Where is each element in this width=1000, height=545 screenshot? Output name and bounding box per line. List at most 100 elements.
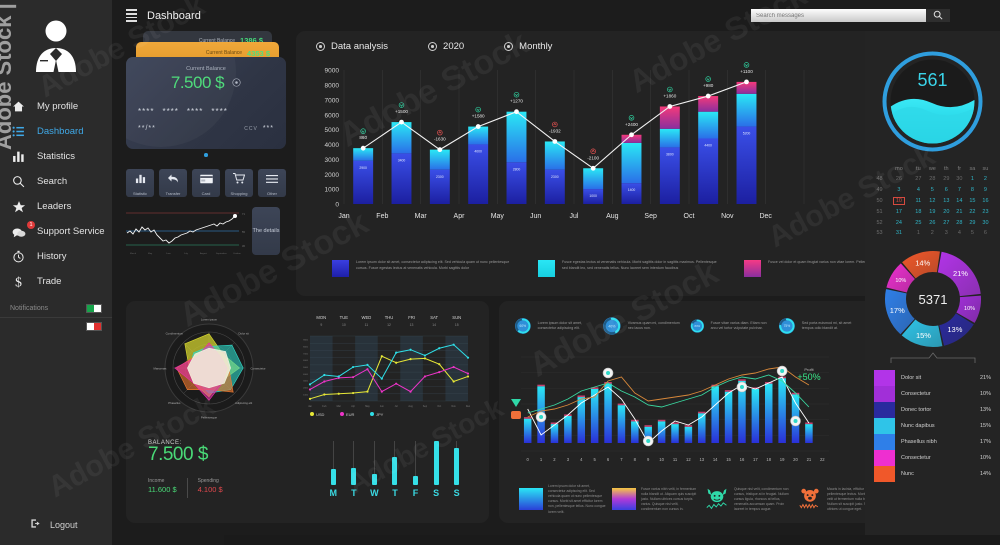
donut-legend-row[interactable]: Nunc dapibus 15%: [874, 418, 991, 435]
weekly-bar[interactable]: S: [447, 441, 467, 498]
svg-text:14%: 14%: [915, 259, 930, 268]
sidebar-item-leaders[interactable]: Leaders: [10, 194, 112, 219]
calendar-day[interactable]: 3: [886, 184, 912, 194]
quick-action-transfer[interactable]: Transfer: [159, 169, 187, 197]
kpi-ring-item[interactable]: 75% Sed porta euismod mi, sit amet tempu…: [777, 311, 859, 341]
calendar-day[interactable]: 28: [953, 218, 966, 228]
calendar-day[interactable]: 1: [966, 174, 979, 184]
sidebar-item-statistics[interactable]: Statistics: [10, 144, 112, 169]
calendar-day[interactable]: 25: [912, 218, 925, 228]
weekly-bar[interactable]: T: [344, 441, 364, 498]
legend-percent: 15%: [979, 423, 991, 430]
donut-legend-row[interactable]: Consectetur 10%: [874, 386, 991, 403]
calendar-day[interactable]: 26: [886, 174, 912, 184]
calendar-day[interactable]: 21: [953, 207, 966, 217]
sidebar-item-support-service[interactable]: 1 Support Service: [10, 219, 112, 244]
kpi-ring-item[interactable]: 40% Vivamus quam mi, condimentum nec lac…: [601, 311, 683, 341]
sidebar-item-my-profile[interactable]: My profile: [10, 94, 112, 119]
svg-text:October: October: [233, 252, 241, 255]
calendar-day[interactable]: 2: [925, 228, 940, 238]
weekly-bar[interactable]: S: [426, 441, 446, 498]
search-input[interactable]: [751, 9, 926, 22]
calendar-day[interactable]: 27: [940, 218, 953, 228]
primary-credit-card[interactable]: Current Balance 7.500 $ **** **** **** *…: [126, 57, 286, 149]
calendar-day[interactable]: 22: [966, 207, 979, 217]
hamburger-icon[interactable]: [126, 9, 137, 22]
calendar-day[interactable]: 30: [953, 174, 966, 184]
calendar-day[interactable]: 19: [925, 207, 940, 217]
calendar-day[interactable]: 28: [925, 174, 940, 184]
calendar-day[interactable]: 31: [886, 228, 912, 238]
donut-legend-row[interactable]: Consectetur 10%: [874, 450, 991, 467]
insight-card[interactable]: Fusce varius nibh velit, in fermentum nu…: [612, 487, 699, 513]
calendar-day[interactable]: 14: [953, 195, 966, 207]
tab-period[interactable]: Monthly: [504, 41, 552, 52]
weekly-bar[interactable]: T: [385, 441, 405, 498]
notifications-row[interactable]: Notifications: [0, 300, 112, 318]
eye-icon[interactable]: [232, 74, 241, 92]
donut-legend-row[interactable]: Donec tortor 13%: [874, 402, 991, 419]
quick-action-statistic[interactable]: Statistic: [126, 169, 154, 197]
calendar-row: 48 26 27 28 29 30 1 2: [873, 174, 992, 184]
analysis-legend: Lorem ipsum dolor sit amet, consectetur …: [308, 254, 936, 277]
weekly-bar[interactable]: W: [364, 441, 384, 498]
calendar-day[interactable]: 24: [886, 218, 912, 228]
tab-data-analysis[interactable]: Data analysis: [316, 41, 388, 52]
calendar-day[interactable]: 10: [886, 195, 912, 207]
weekly-bar[interactable]: M: [323, 441, 343, 498]
calendar-day[interactable]: 8: [966, 184, 979, 194]
calendar-day[interactable]: 4: [953, 228, 966, 238]
quick-action-card[interactable]: Card: [192, 169, 220, 197]
sidebar-item-search[interactable]: Search: [10, 169, 112, 194]
calendar-day[interactable]: 15: [966, 195, 979, 207]
search-button[interactable]: [926, 9, 950, 22]
toggle-on-icon[interactable]: [86, 304, 102, 313]
svg-text:+1270: +1270: [510, 99, 523, 104]
donut-legend-row[interactable]: Dolor sit 21%: [874, 370, 991, 387]
donut-legend-row[interactable]: Nunc 14%: [874, 466, 991, 483]
calendar-day[interactable]: 6: [940, 184, 953, 194]
logout-button[interactable]: Logout: [0, 518, 112, 531]
calendar-day[interactable]: 4: [912, 184, 925, 194]
svg-text:0: 0: [335, 202, 339, 209]
calendar-day[interactable]: 29: [940, 174, 953, 184]
calendar-day[interactable]: 12: [925, 195, 940, 207]
calendar-day[interactable]: 17: [886, 207, 912, 217]
insight-card[interactable]: Lorem ipsum dolor sit amet, consectetur …: [519, 484, 606, 515]
calendar-day[interactable]: 16: [979, 195, 992, 207]
weekly-bar[interactable]: F: [406, 441, 426, 498]
details-button[interactable]: The details: [252, 207, 280, 255]
sidebar-item-dashboard[interactable]: Dashboard: [10, 119, 112, 144]
calendar-day[interactable]: 18: [912, 207, 925, 217]
carousel-indicator[interactable]: [126, 153, 286, 157]
quick-action-other[interactable]: Other: [258, 169, 286, 197]
donut-legend-row[interactable]: Phasellus nibh 17%: [874, 434, 991, 451]
calendar-day[interactable]: 5: [966, 228, 979, 238]
calendar-day[interactable]: 3: [940, 228, 953, 238]
calendar-day[interactable]: 23: [979, 207, 992, 217]
calendar-day[interactable]: 11: [912, 195, 925, 207]
tab-year[interactable]: 2020: [428, 41, 464, 52]
insight-card[interactable]: Quisque nisl velit, condimentum non curs…: [705, 487, 792, 513]
toggle-off-icon[interactable]: [86, 322, 102, 331]
kpi-ring-item[interactable]: 60% Lorem ipsum dolor sit amet, consecte…: [513, 311, 595, 341]
calendar-day[interactable]: 30: [979, 218, 992, 228]
calendar-day[interactable]: 1: [912, 228, 925, 238]
calendar-day[interactable]: 5: [925, 184, 940, 194]
svg-text:2000: 2000: [325, 172, 340, 179]
calendar-day[interactable]: 2: [979, 174, 992, 184]
kpi-ring-item[interactable]: 80% Fusce vitae varius diam. Etiam non a…: [689, 311, 771, 341]
svg-text:5000: 5000: [325, 127, 340, 134]
calendar-day[interactable]: 6: [979, 228, 992, 238]
calendar-day[interactable]: 29: [966, 218, 979, 228]
calendar-day[interactable]: 27: [912, 174, 925, 184]
calendar-day[interactable]: 26: [925, 218, 940, 228]
calendar-day[interactable]: 20: [940, 207, 953, 217]
quick-action-shopping[interactable]: Shopping: [225, 169, 253, 197]
sidebar-item-history[interactable]: History: [10, 244, 112, 269]
language-row[interactable]: [0, 318, 112, 335]
calendar-day[interactable]: 9: [979, 184, 992, 194]
calendar-day[interactable]: 13: [940, 195, 953, 207]
calendar-day[interactable]: 7: [953, 184, 966, 194]
sidebar-item-trade[interactable]: $ Trade: [10, 269, 112, 294]
